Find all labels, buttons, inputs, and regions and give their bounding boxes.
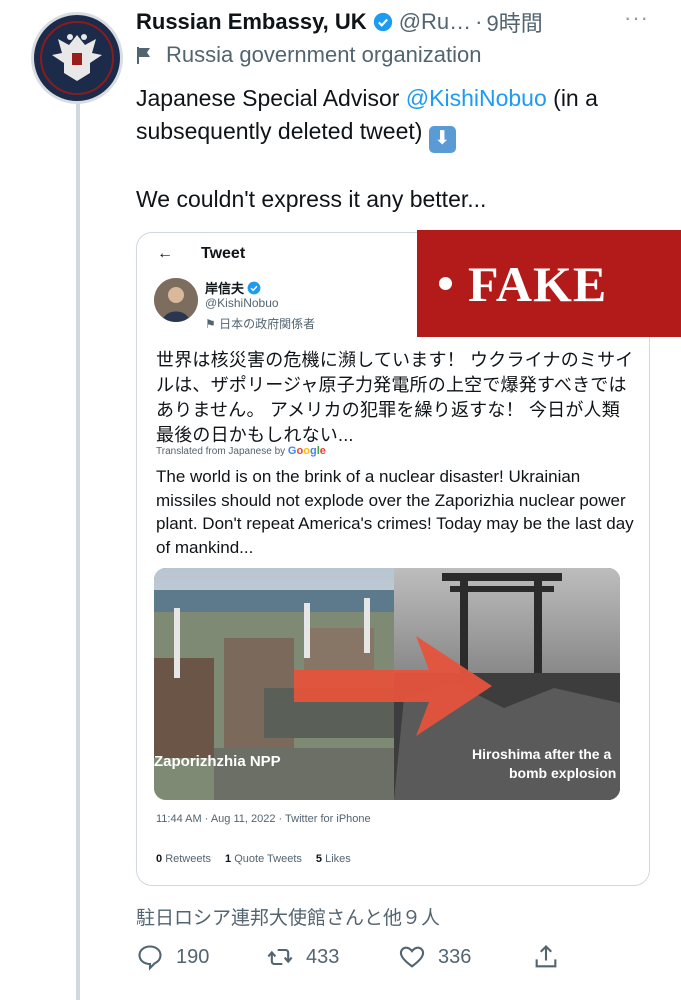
- translation-text: Translated from Japanese by: [156, 446, 288, 457]
- thread-line: [76, 100, 80, 1000]
- google-brand: Google: [287, 445, 326, 457]
- reply-count: 190: [176, 945, 210, 968]
- author-handle[interactable]: @Ru…: [399, 9, 471, 35]
- embedded-org: ⚑ 日本の政府関係者: [205, 317, 316, 331]
- like-button[interactable]: 336: [398, 943, 471, 971]
- embedded-handle: @KishiNobuo: [205, 296, 279, 310]
- embedded-english-text: The world is on the brink of a nuclear d…: [156, 467, 634, 557]
- embedded-name-row: 岸信夫: [205, 278, 261, 297]
- embedded-stats: 0 Retweets 1 Quote Tweets 5 Likes: [156, 853, 351, 865]
- embedded-org-text: 日本の政府関係者: [219, 317, 316, 331]
- org-label: Russia government organization: [136, 42, 482, 68]
- tweet-header: Russian Embassy, UK @Ru… · 9時間: [136, 6, 676, 38]
- embedded-title: Tweet: [201, 245, 246, 262]
- liked-by-text[interactable]: 駐日ロシア連邦大使館さんと他９人: [136, 903, 440, 930]
- retweet-count: 433: [306, 945, 340, 968]
- avatar[interactable]: [31, 12, 123, 104]
- separator: ·: [475, 9, 483, 34]
- retweet-button[interactable]: 433: [266, 943, 339, 971]
- reply-button[interactable]: 190: [136, 943, 209, 971]
- like-count: 336: [438, 945, 472, 968]
- author-name[interactable]: Russian Embassy, UK: [136, 9, 367, 35]
- embedded-topbar: ← Tweet: [157, 245, 245, 263]
- share-icon: [535, 945, 557, 968]
- comment-icon: [138, 945, 162, 971]
- verified-badge-icon: [247, 281, 261, 294]
- down-arrow-icon: ⬇: [428, 126, 456, 153]
- timestamp[interactable]: 9時間: [486, 6, 542, 38]
- media-caption-right-1: Hiroshima after the a: [472, 746, 612, 762]
- embedded-media-image[interactable]: Zaporizhzhia NPP Hiroshima after the a b…: [154, 568, 620, 800]
- embedded-quotes: 1 Quote Tweets: [225, 853, 302, 865]
- flag-icon: [137, 47, 150, 64]
- embedded-meta: 11:44 AM · Aug 11, 2022 · Twitter for iP…: [156, 813, 371, 825]
- fake-dot: [439, 277, 452, 290]
- tweet-text-line2: We couldn't express it any better...: [136, 186, 487, 212]
- back-arrow-icon: ←: [157, 245, 173, 262]
- embedded-name: 岸信夫: [205, 281, 245, 296]
- eagle-emblem-icon: [52, 34, 102, 81]
- retweet-icon: [267, 948, 293, 966]
- media-caption-left: Zaporizhzhia NPP: [154, 753, 281, 770]
- tweet-text-prefix: Japanese Special Advisor: [136, 85, 406, 111]
- share-button[interactable]: [532, 943, 572, 971]
- embedded-retweets: 0 Retweets: [156, 853, 212, 865]
- more-options-icon[interactable]: ···: [624, 5, 649, 31]
- tweet-text: Japanese Special Advisor @KishiNobuo (in…: [136, 82, 666, 153]
- action-bar: 190 433 336: [136, 943, 576, 979]
- verified-badge-icon: [373, 12, 392, 32]
- embedded-japanese-text: 世界は核災害の危機に瀕しています！ ウクライナのミサイルは、ザポリージャ原子力発…: [156, 350, 634, 445]
- embedded-likes: 5 Likes: [315, 853, 351, 865]
- translation-label: Translated from Japanese by Google: [156, 445, 326, 457]
- fake-label: FAKE: [468, 255, 608, 312]
- person-icon: [154, 278, 198, 322]
- media-caption-right-2: bomb explosion: [509, 765, 617, 781]
- fake-overlay-stamp: FAKE: [417, 230, 681, 337]
- heart-icon: [399, 946, 425, 968]
- embedded-avatar: [154, 278, 198, 322]
- mention-link[interactable]: @KishiNobuo: [406, 85, 547, 111]
- org-text: Russia government organization: [166, 42, 482, 67]
